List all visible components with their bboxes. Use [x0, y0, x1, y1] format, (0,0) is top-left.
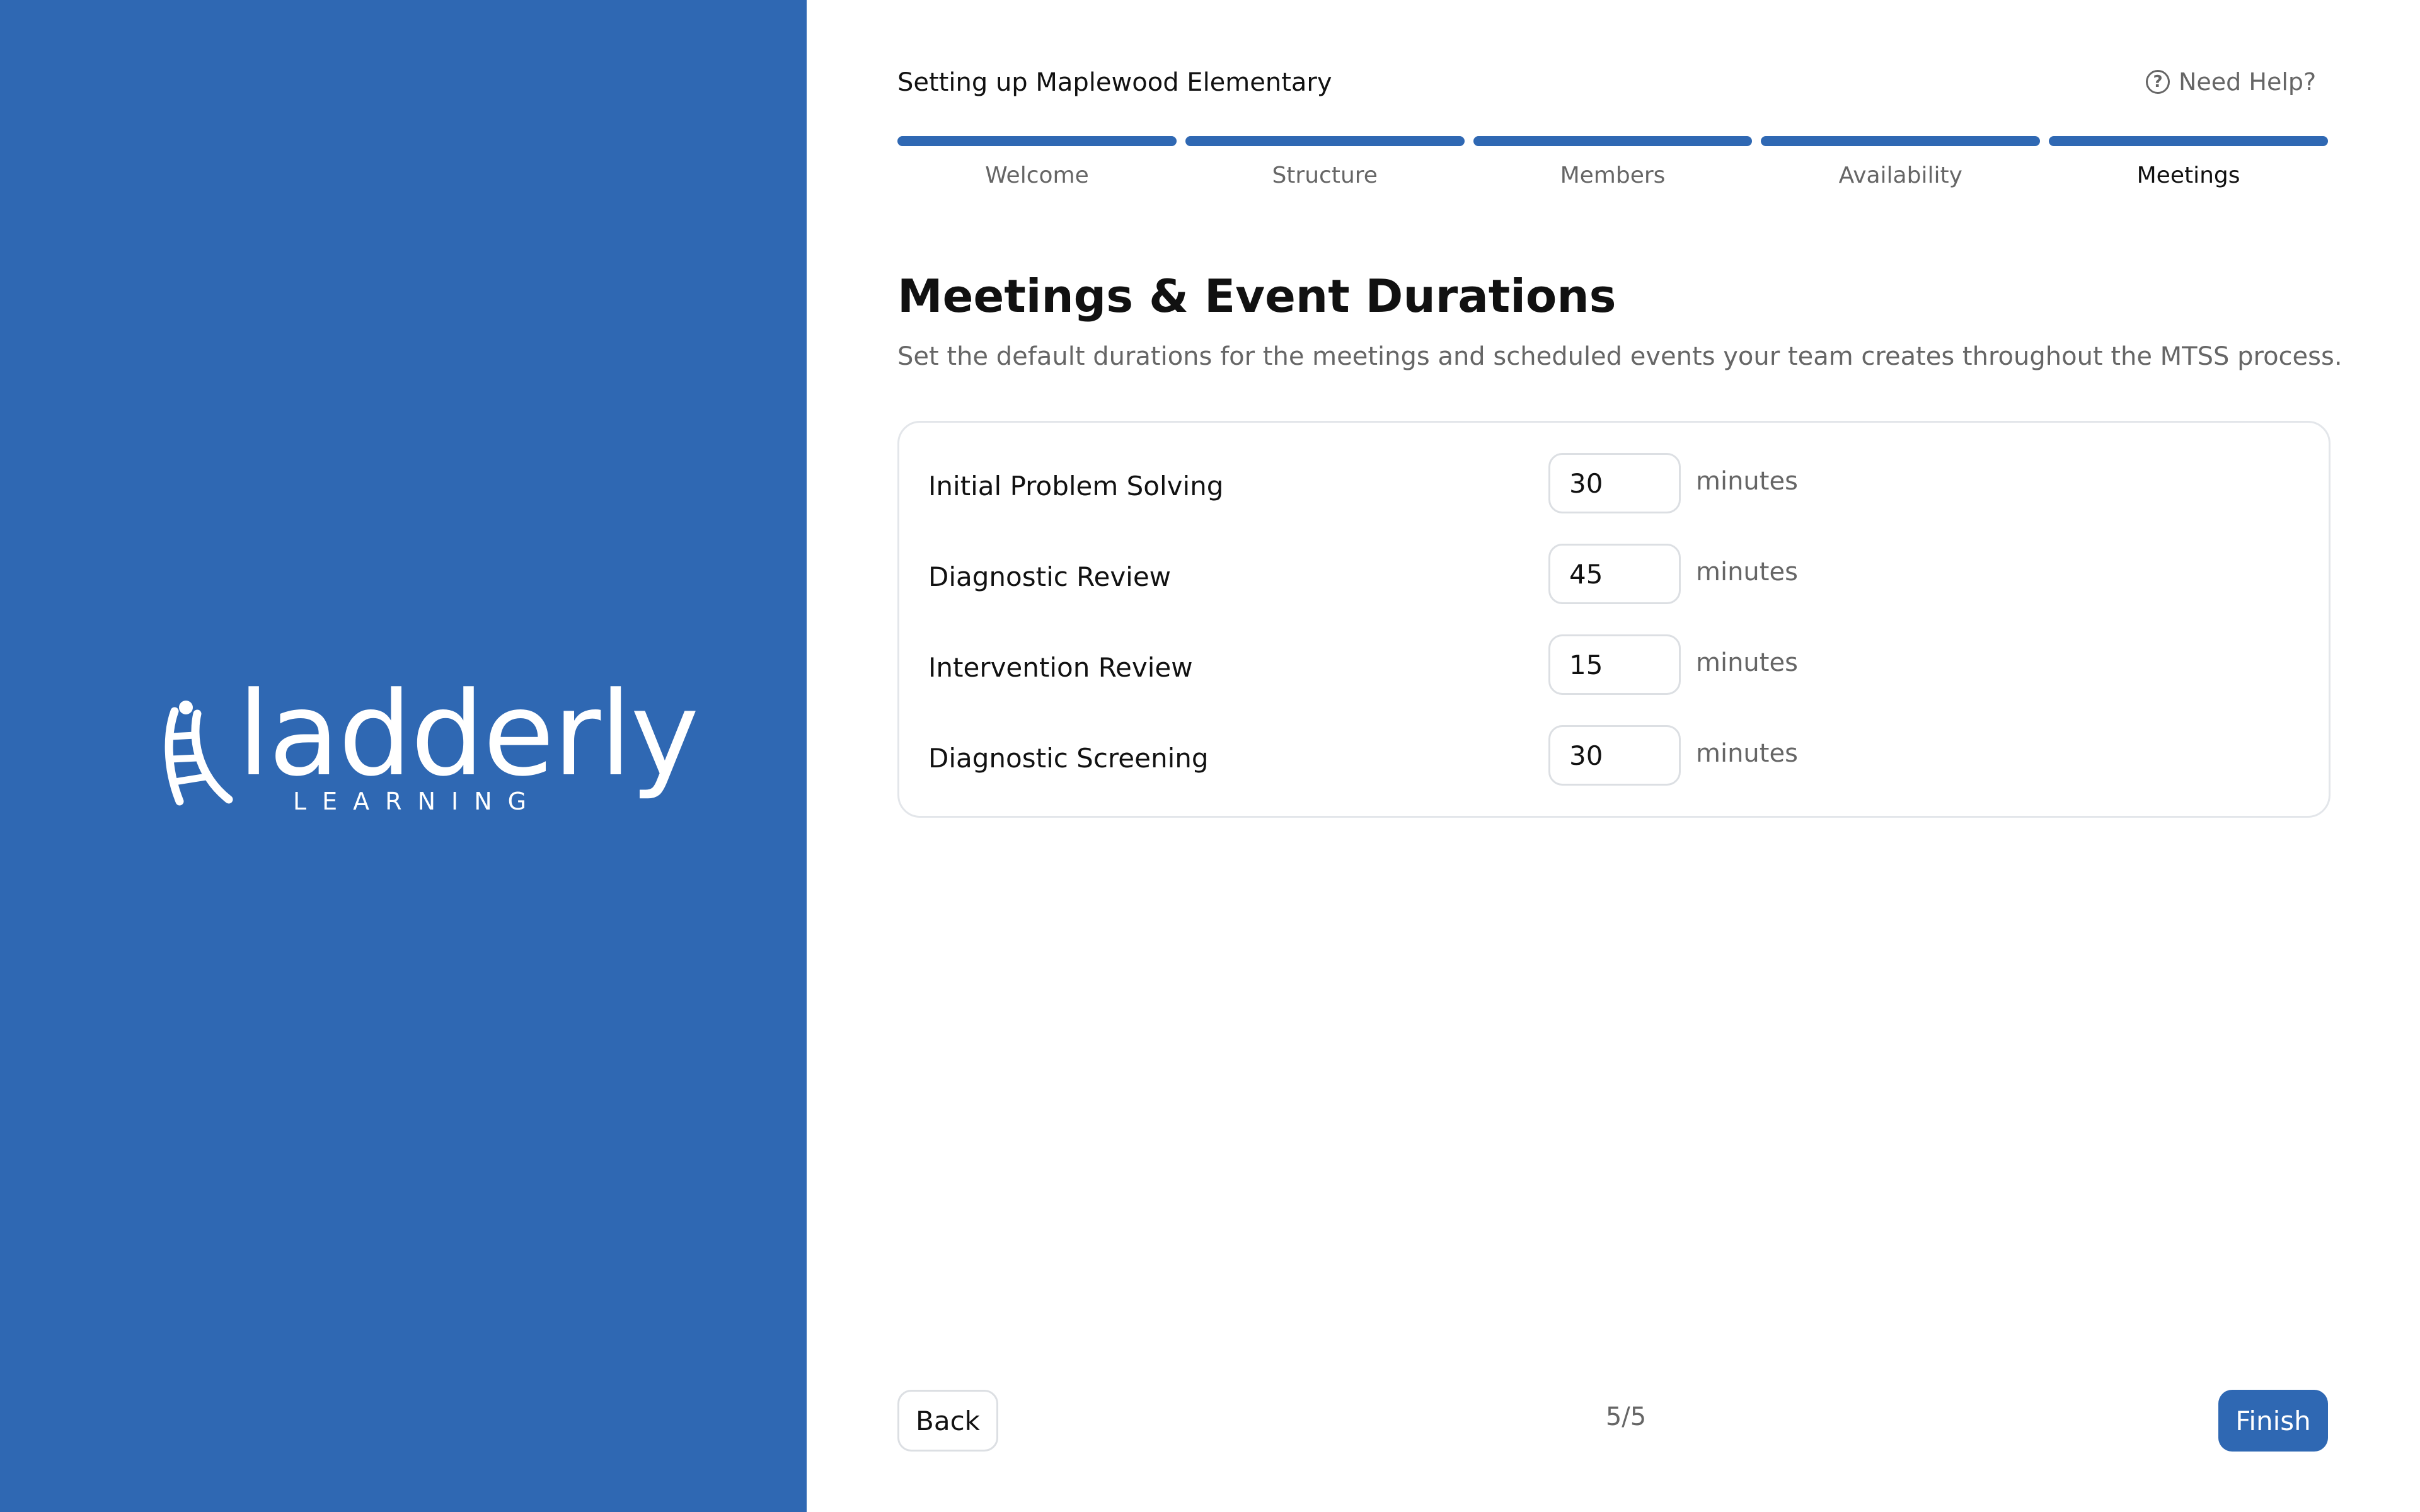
- need-help-link[interactable]: ? Need Help?: [2146, 68, 2316, 96]
- step-progress-bar: [1473, 136, 1753, 146]
- diagnostic-screening-duration-input[interactable]: [1548, 725, 1681, 786]
- step-label: Members: [1560, 163, 1666, 188]
- step-members[interactable]: Members: [1473, 136, 1753, 188]
- need-help-label: Need Help?: [2179, 68, 2317, 96]
- step-progress-bar: [897, 136, 1177, 146]
- page-indicator: 5/5: [1605, 1402, 1647, 1431]
- logo-tagline: LEARNING: [293, 788, 543, 815]
- progress-steps: Welcome Structure Members Availability M…: [897, 136, 2328, 188]
- duration-unit: minutes: [1696, 648, 1798, 677]
- duration-row-diagnostic-screening: Diagnostic Screening minutes: [899, 725, 2329, 786]
- step-meetings[interactable]: Meetings: [2049, 136, 2328, 188]
- step-label: Structure: [1272, 163, 1378, 188]
- initial-problem-solving-duration-input[interactable]: [1548, 453, 1681, 513]
- duration-row-diagnostic-review: Diagnostic Review minutes: [899, 544, 2329, 604]
- step-progress-bar: [1185, 136, 1465, 146]
- step-availability[interactable]: Availability: [1761, 136, 2041, 188]
- page-title: Meetings & Event Durations: [897, 270, 1616, 323]
- duration-label: Intervention Review: [928, 652, 1193, 683]
- step-label: Meetings: [2136, 163, 2240, 188]
- step-label: Availability: [1838, 163, 1962, 188]
- diagnostic-review-duration-input[interactable]: [1548, 544, 1681, 604]
- duration-row-intervention-review: Intervention Review minutes: [899, 634, 2329, 695]
- back-button[interactable]: Back: [897, 1390, 998, 1452]
- ladderly-logo: ladderly LEARNING: [161, 667, 699, 827]
- intervention-review-duration-input[interactable]: [1548, 634, 1681, 695]
- step-label: Welcome: [985, 163, 1089, 188]
- duration-unit: minutes: [1696, 739, 1798, 768]
- durations-card: Initial Problem Solving minutes Diagnost…: [897, 421, 2331, 818]
- step-structure[interactable]: Structure: [1185, 136, 1465, 188]
- brand-panel: ladderly LEARNING: [0, 0, 807, 1512]
- question-circle-icon: ?: [2146, 70, 2170, 94]
- duration-label: Initial Problem Solving: [928, 471, 1224, 501]
- duration-label: Diagnostic Review: [928, 561, 1172, 592]
- page-description: Set the default durations for the meetin…: [897, 342, 2342, 371]
- duration-unit: minutes: [1696, 467, 1798, 496]
- step-welcome[interactable]: Welcome: [897, 136, 1177, 188]
- setup-wizard: ladderly LEARNING Setting up Maplewood E…: [0, 0, 2420, 1512]
- finish-button[interactable]: Finish: [2218, 1390, 2328, 1452]
- duration-label: Diagnostic Screening: [928, 743, 1209, 774]
- ladder-icon: [164, 701, 233, 806]
- step-progress-bar: [2049, 136, 2328, 146]
- duration-unit: minutes: [1696, 558, 1798, 587]
- duration-row-initial-problem-solving: Initial Problem Solving minutes: [899, 453, 2329, 513]
- step-progress-bar: [1761, 136, 2041, 146]
- main-content: Setting up Maplewood Elementary ? Need H…: [807, 0, 2420, 1512]
- logo-wordmark: ladderly: [238, 667, 699, 802]
- setup-header-title: Setting up Maplewood Elementary: [897, 68, 1332, 97]
